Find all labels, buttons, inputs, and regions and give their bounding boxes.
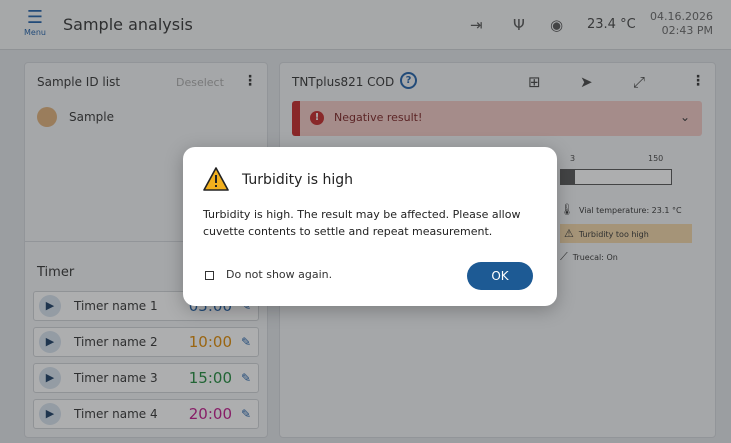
turbidity-dialog: Turbidity is high Turbidity is high. The… xyxy=(183,147,557,306)
dialog-message: Turbidity is high. The result may be aff… xyxy=(203,208,521,238)
do-not-show-checkbox[interactable] xyxy=(205,271,214,280)
warning-icon xyxy=(203,167,229,191)
dialog-title: Turbidity is high xyxy=(242,172,353,188)
do-not-show-label[interactable]: Do not show again. xyxy=(226,268,332,281)
ok-button[interactable]: OK xyxy=(467,262,533,290)
